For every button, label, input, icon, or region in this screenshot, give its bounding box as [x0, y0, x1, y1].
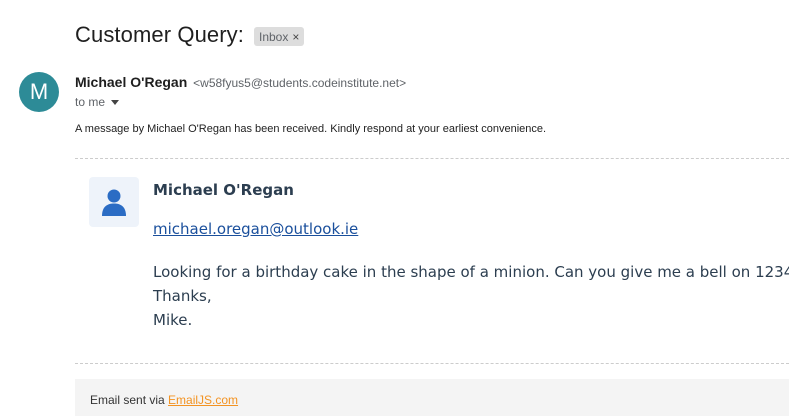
message-line: Thanks,	[153, 287, 212, 305]
message-line: Looking for a birthday cake in the shape…	[153, 263, 789, 281]
sender-name[interactable]: Michael O'Regan	[75, 74, 187, 90]
recipient-text: to me	[75, 95, 106, 109]
footer-prefix: Email sent via	[90, 393, 169, 407]
contact-message: Looking for a birthday cake in the shape…	[153, 260, 789, 332]
contact-email-link[interactable]: michael.oregan@outlook.ie	[153, 220, 358, 238]
message-line: Mike.	[153, 311, 193, 329]
sender-email: <w58fyus5@students.codeinstitute.net>	[193, 76, 407, 90]
divider-top	[75, 158, 789, 159]
email-subject: Customer Query:	[75, 22, 244, 47]
sender-line: Michael O'Regan <w58fyus5@students.codei…	[75, 74, 406, 90]
email-header: Customer Query: Inbox ×	[75, 22, 305, 48]
recipient-details-toggle[interactable]: to me	[75, 95, 120, 109]
inbox-label-chip[interactable]: Inbox ×	[254, 27, 305, 46]
email-footer: Email sent via EmailJS.com	[75, 379, 789, 416]
contact-name: Michael O'Regan	[153, 181, 294, 199]
emailjs-link[interactable]: EmailJS.com	[168, 393, 238, 407]
footer-text: Email sent via EmailJS.com	[90, 393, 238, 407]
person-icon	[89, 177, 139, 227]
inbox-label-text: Inbox	[259, 29, 289, 44]
sender-avatar[interactable]: M	[19, 72, 59, 112]
intro-message: A message by Michael O'Regan has been re…	[75, 123, 547, 135]
remove-label-icon[interactable]: ×	[292, 30, 299, 44]
divider-bottom	[75, 363, 789, 364]
chevron-down-icon[interactable]	[111, 99, 120, 105]
